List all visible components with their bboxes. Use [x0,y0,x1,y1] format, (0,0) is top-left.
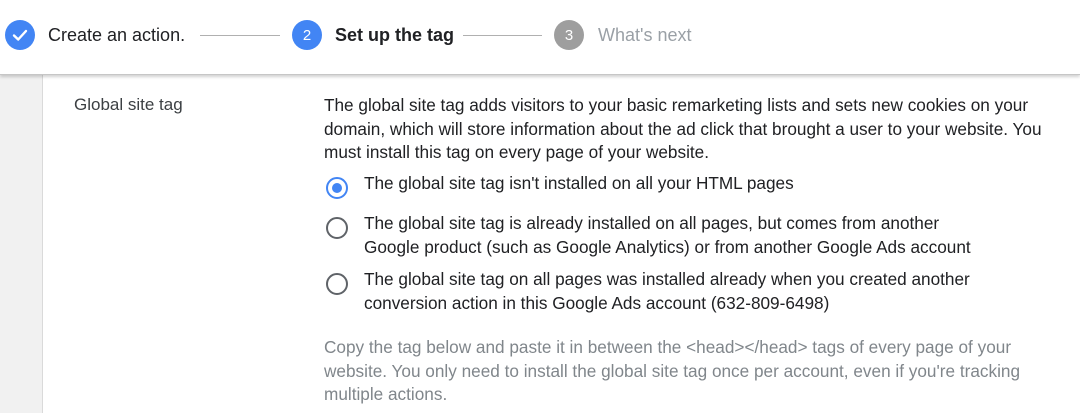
radio-dot [332,183,342,193]
option-label-line-1: The global site tag on all pages was ins… [364,269,970,289]
step-2-label[interactable]: Set up the tag [335,24,454,46]
step-3-number: 3 [554,20,584,50]
step-1-check-icon [5,20,35,50]
option-label: The global site tag isn't installed on a… [364,173,794,193]
option-label-line-2: Google product (such as Google Analytics… [364,236,971,257]
radio-button-selected[interactable] [326,177,348,199]
stepper: Create an action. 2 Set up the tag 3 Wha… [0,0,1080,75]
section-label: Global site tag [74,95,183,114]
step-2-number: 2 [292,20,322,50]
option-label-line-2: conversion action in this Google Ads acc… [364,292,830,313]
step-connector-2 [463,35,542,36]
left-rail [0,75,43,413]
step-3-label: What's next [598,25,692,45]
step-1-label[interactable]: Create an action. [48,24,185,46]
option-label-line-1: The global site tag is already installed… [364,213,940,233]
install-hint: Copy the tag below and paste it in betwe… [324,337,1021,404]
tag-description: The global site tag adds visitors to you… [324,95,1042,162]
radio-button[interactable] [326,217,348,239]
radio-button[interactable] [326,273,348,295]
step-connector-1 [200,35,280,36]
